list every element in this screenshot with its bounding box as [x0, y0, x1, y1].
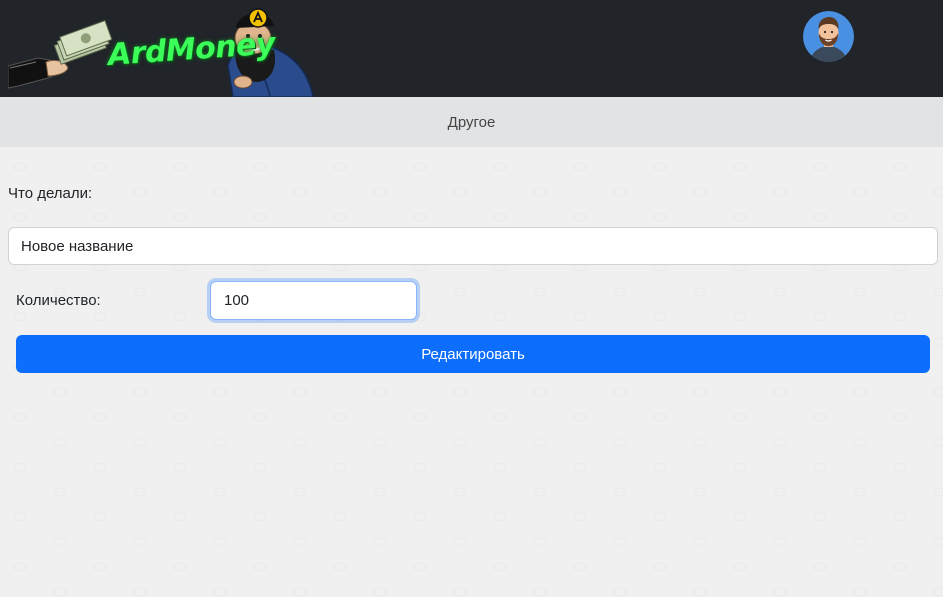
description-input[interactable] — [8, 227, 938, 265]
edit-form: Что делали: Количество: Редактировать — [0, 147, 943, 597]
top-header: ArdMoney — [0, 0, 943, 98]
quantity-label: Количество: — [16, 292, 101, 309]
section-title: Другое — [447, 114, 496, 131]
avatar-illustration — [803, 11, 854, 62]
app-logo[interactable]: ArdMoney — [7, 6, 318, 98]
user-avatar-icon[interactable] — [803, 11, 854, 62]
quantity-input[interactable] — [210, 281, 417, 320]
section-bar: Другое — [0, 97, 943, 147]
description-label: Что делали: — [8, 185, 93, 202]
edit-button[interactable]: Редактировать — [16, 335, 930, 373]
